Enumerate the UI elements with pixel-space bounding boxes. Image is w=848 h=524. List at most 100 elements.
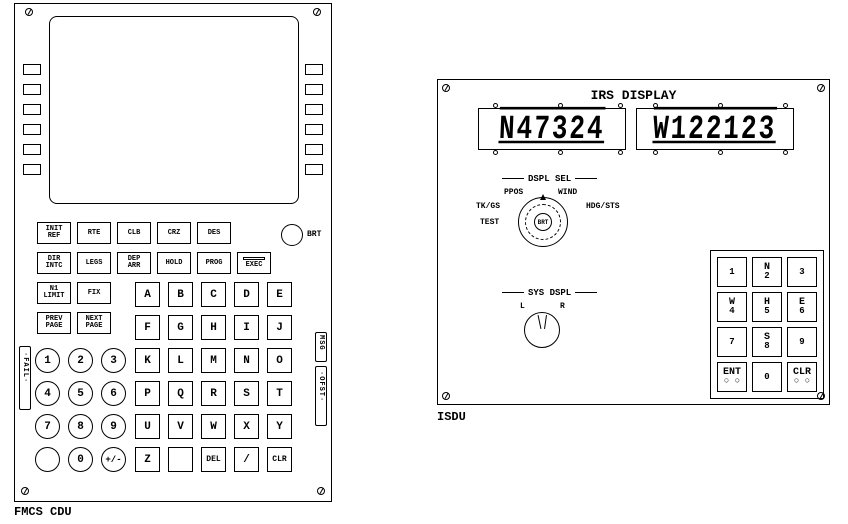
lkey-blank[interactable] — [168, 447, 193, 472]
lkey-B[interactable]: B — [168, 282, 193, 307]
lkey-O[interactable]: O — [267, 348, 292, 373]
isdu-caption: ISDU — [437, 410, 466, 424]
cdu-display-screen — [49, 16, 299, 204]
lsk-l1[interactable] — [23, 64, 41, 75]
fn-DEP-ARR[interactable]: DEPARR — [117, 252, 151, 274]
num-row-2: 456 — [35, 381, 126, 406]
nkey-blank[interactable] — [35, 447, 60, 472]
lsk-left-column — [23, 64, 41, 175]
keypad-H[interactable]: H5 — [752, 292, 782, 322]
fn-HOLD[interactable]: HOLD — [157, 252, 191, 274]
display-left: N47324 — [478, 108, 626, 150]
lkey-T[interactable]: T — [267, 381, 292, 406]
fn-N1 LIMIT[interactable]: N1LIMIT — [37, 282, 71, 304]
fn-row-3: N1LIMIT FIX — [37, 282, 111, 304]
lsk-right-column — [305, 64, 323, 175]
nkey-3[interactable]: 3 — [101, 348, 126, 373]
lkey-V[interactable]: V — [168, 414, 193, 439]
lkey-D[interactable]: D — [234, 282, 259, 307]
keypad-S[interactable]: S8 — [752, 327, 782, 357]
lkey-R[interactable]: R — [201, 381, 226, 406]
lsk-l6[interactable] — [23, 164, 41, 175]
lkey-X[interactable]: X — [234, 414, 259, 439]
fn-RTE[interactable]: RTE — [77, 222, 111, 244]
fn-INIT REF[interactable]: INITREF — [37, 222, 71, 244]
nkey-4[interactable]: 4 — [35, 381, 60, 406]
lsk-r5[interactable] — [305, 144, 323, 155]
lsk-r6[interactable] — [305, 164, 323, 175]
letter-row-3: KLMNO — [135, 348, 292, 373]
lkey-H[interactable]: H — [201, 315, 226, 340]
lsk-r4[interactable] — [305, 124, 323, 135]
lkey-M[interactable]: M — [201, 348, 226, 373]
nkey-1[interactable]: 1 — [35, 348, 60, 373]
fn-PROG[interactable]: PROG — [197, 252, 231, 274]
lsk-r3[interactable] — [305, 104, 323, 115]
lsk-l5[interactable] — [23, 144, 41, 155]
lkey-Z[interactable]: Z — [135, 447, 160, 472]
lkey-K[interactable]: K — [135, 348, 160, 373]
lkey-P[interactable]: P — [135, 381, 160, 406]
nkey-5[interactable]: 5 — [68, 381, 93, 406]
fn-FIX[interactable]: FIX — [77, 282, 111, 304]
lkey-N[interactable]: N — [234, 348, 259, 373]
nkey-7[interactable]: 7 — [35, 414, 60, 439]
lsk-l3[interactable] — [23, 104, 41, 115]
fmcs-cdu-panel: BRT INITREFRTECLBCRZDES DIRINTCLEGSDEPAR… — [14, 3, 332, 502]
fn-row-1: INITREF RTE CLB CRZ DES — [37, 222, 231, 244]
fn-NEXT PAGE[interactable]: NEXTPAGE — [77, 312, 111, 334]
lsk-r1[interactable] — [305, 64, 323, 75]
lkey-W[interactable]: W — [201, 414, 226, 439]
lkey-J[interactable]: J — [267, 315, 292, 340]
nkey-+/-[interactable]: +/- — [101, 447, 126, 472]
fn-CLB[interactable]: CLB — [117, 222, 151, 244]
keypad-3[interactable]: 3 — [787, 257, 817, 287]
lkey-Q[interactable]: Q — [168, 381, 193, 406]
keypad-CLR[interactable]: CLR○ ○ — [787, 362, 817, 392]
keypad-9[interactable]: 9 — [787, 327, 817, 357]
keypad-E[interactable]: E6 — [787, 292, 817, 322]
letter-row-5: UVWXY — [135, 414, 292, 439]
keypad-N[interactable]: N2 — [752, 257, 782, 287]
keypad-7[interactable]: 7 — [717, 327, 747, 357]
nkey-0[interactable]: 0 — [68, 447, 93, 472]
keypad-ENT[interactable]: ENT○ ○ — [717, 362, 747, 392]
lsk-l2[interactable] — [23, 84, 41, 95]
lkey-CLR[interactable]: CLR — [267, 447, 292, 472]
lkey-DEL[interactable]: DEL — [201, 447, 226, 472]
lkey-Y[interactable]: Y — [267, 414, 292, 439]
fn-DES[interactable]: DES — [197, 222, 231, 244]
lkey-G[interactable]: G — [168, 315, 193, 340]
lkey-E[interactable]: E — [267, 282, 292, 307]
lkey-/[interactable]: / — [234, 447, 259, 472]
lkey-U[interactable]: U — [135, 414, 160, 439]
nkey-6[interactable]: 6 — [101, 381, 126, 406]
exec-key[interactable]: EXEC — [237, 252, 271, 274]
lkey-S[interactable]: S — [234, 381, 259, 406]
brt-label: BRT — [307, 230, 321, 239]
sys-dspl-heading: SYS DSPL — [498, 288, 601, 298]
brt-knob[interactable] — [281, 224, 303, 246]
fn-CRZ[interactable]: CRZ — [157, 222, 191, 244]
num-row-4: 0 +/- — [35, 447, 126, 472]
keypad-1[interactable]: 1 — [717, 257, 747, 287]
nkey-9[interactable]: 9 — [101, 414, 126, 439]
keypad-W[interactable]: W4 — [717, 292, 747, 322]
dspl-sel-rotary[interactable]: BRT — [518, 197, 568, 247]
lsk-r2[interactable] — [305, 84, 323, 95]
lkey-A[interactable]: A — [135, 282, 160, 307]
nkey-8[interactable]: 8 — [68, 414, 93, 439]
lsk-l4[interactable] — [23, 124, 41, 135]
lkey-F[interactable]: F — [135, 315, 160, 340]
fn-LEGS[interactable]: LEGS — [77, 252, 111, 274]
nkey-2[interactable]: 2 — [68, 348, 93, 373]
lkey-I[interactable]: I — [234, 315, 259, 340]
lkey-C[interactable]: C — [201, 282, 226, 307]
keypad-0[interactable]: 0 — [752, 362, 782, 392]
num-row-1: 123 — [35, 348, 126, 373]
lkey-L[interactable]: L — [168, 348, 193, 373]
fn-DIR-INTC[interactable]: DIRINTC — [37, 252, 71, 274]
sys-dspl-knob[interactable] — [524, 312, 560, 348]
fn-PREV PAGE[interactable]: PREVPAGE — [37, 312, 71, 334]
isdu-keypad: 1N23 W4H5E6 7S89 ENT○ ○0CLR○ ○ — [710, 250, 824, 399]
